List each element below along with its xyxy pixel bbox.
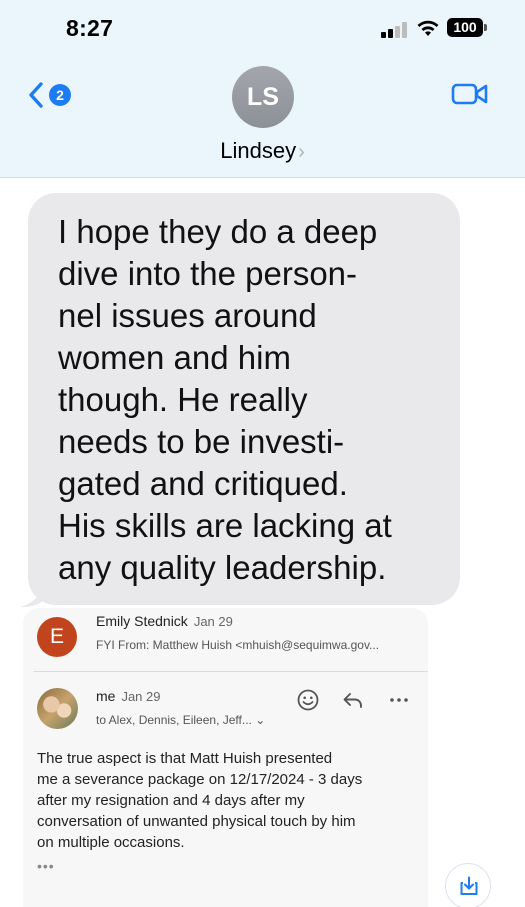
contact-name-button[interactable]: Lindsey › [0, 138, 525, 164]
video-camera-icon[interactable] [451, 82, 489, 106]
wifi-icon [417, 20, 439, 36]
save-download-button[interactable] [445, 863, 491, 907]
more-options-icon [390, 698, 408, 702]
reply-sender: me Jan 29 [96, 688, 161, 704]
incoming-message-bubble[interactable]: I hope they do a deep dive into the pers… [28, 193, 460, 605]
emoji-reaction-icon [297, 689, 319, 711]
chevron-right-icon: › [298, 141, 305, 163]
chevron-left-icon [29, 82, 43, 108]
reply-sender-name: me [96, 688, 116, 704]
email-sender-name: Emily Stednick [96, 613, 188, 629]
bubble-tail [20, 586, 44, 608]
divider [34, 671, 428, 672]
message-text: I hope they do a deep dive into the pers… [58, 213, 392, 586]
download-icon [460, 876, 478, 895]
show-trimmed-content: ••• [37, 858, 55, 874]
contact-name: Lindsey [220, 138, 297, 163]
email-preview: FYI From: Matthew Huish <mhuish@sequimwa… [96, 638, 380, 652]
conversation-header: 8:27 100 2 LS Lindsey › [0, 0, 525, 178]
contact-avatar[interactable]: LS [232, 66, 294, 128]
email-body-text: The true aspect is that Matt Huish prese… [37, 750, 363, 851]
email-date: Jan 29 [193, 614, 233, 629]
reply-icon [343, 693, 362, 708]
unread-count-badge: 2 [49, 84, 71, 106]
back-button[interactable]: 2 [26, 80, 76, 110]
me-avatar [37, 688, 78, 729]
recipients-line: to Alex, Dennis, Eileen, Jeff... ⌄ [96, 713, 266, 727]
battery-icon: 100 [447, 18, 487, 37]
sender-avatar: E [37, 617, 77, 657]
reply-date: Jan 29 [121, 689, 161, 704]
status-time: 8:27 [66, 15, 114, 41]
cellular-signal-icon [381, 22, 409, 38]
email-sender: Emily Stednick Jan 29 [96, 613, 233, 629]
